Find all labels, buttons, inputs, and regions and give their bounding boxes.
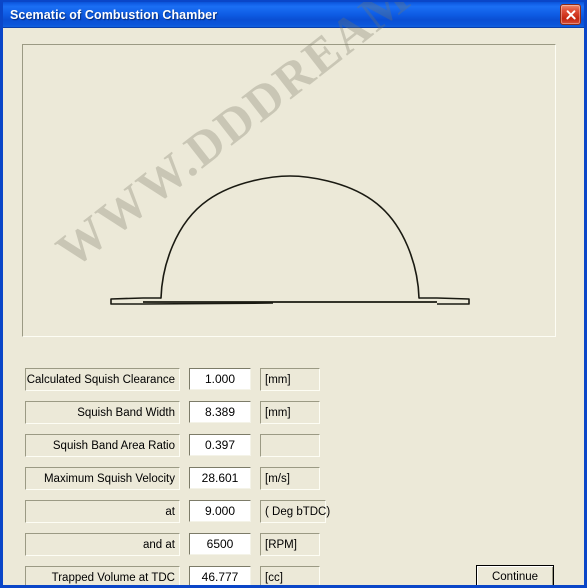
- field-unit-trapped-volume-tdc: [cc]: [260, 566, 320, 585]
- field-unit-max-squish-velocity: [m/s]: [260, 467, 320, 490]
- field-value-squish-band-width[interactable]: 8.389: [189, 401, 251, 423]
- continue-button[interactable]: Continue: [476, 565, 554, 585]
- dialog-client-area: WWW.DDDREAMS.COM Calculated Squish Clear…: [3, 2, 584, 585]
- field-label-max-squish-velocity: Maximum Squish Velocity: [25, 467, 180, 490]
- field-unit-squish-clearance: [mm]: [260, 368, 320, 391]
- field-row: and at 6500 [RPM]: [25, 533, 555, 556]
- field-unit-at-degrees: ( Deg bTDC): [260, 500, 330, 523]
- field-label-trapped-volume-tdc: Trapped Volume at TDC: [25, 566, 180, 585]
- results-field-list: Calculated Squish Clearance 1.000 [mm] S…: [25, 368, 555, 585]
- field-value-max-squish-velocity[interactable]: 28.601: [189, 467, 251, 489]
- field-label-at-degrees: at: [25, 500, 180, 523]
- window-title: Scematic of Combustion Chamber: [10, 7, 218, 22]
- field-unit-squish-band-area-ratio: [260, 434, 320, 457]
- field-value-squish-clearance[interactable]: 1.000: [189, 368, 251, 390]
- title-bar: Scematic of Combustion Chamber: [3, 2, 584, 28]
- field-row: Maximum Squish Velocity 28.601 [m/s]: [25, 467, 555, 490]
- field-unit-and-at-rpm: [RPM]: [260, 533, 320, 556]
- field-label-and-at-rpm: and at: [25, 533, 180, 556]
- combustion-chamber-diagram: [22, 44, 556, 337]
- field-label-squish-clearance: Calculated Squish Clearance: [25, 368, 180, 391]
- field-row: Calculated Squish Clearance 1.000 [mm]: [25, 368, 555, 391]
- field-value-squish-band-area-ratio[interactable]: 0.397: [189, 434, 251, 456]
- field-value-and-at-rpm[interactable]: 6500: [189, 533, 251, 555]
- field-label-squish-band-area-ratio: Squish Band Area Ratio: [25, 434, 180, 457]
- field-value-trapped-volume-tdc[interactable]: 46.777: [189, 566, 251, 585]
- field-row: at 9.000 ( Deg bTDC): [25, 500, 555, 523]
- dialog-window: Scematic of Combustion Chamber WWW.DDDRE…: [0, 0, 587, 588]
- field-row: Squish Band Width 8.389 [mm]: [25, 401, 555, 424]
- field-row: Squish Band Area Ratio 0.397: [25, 434, 555, 457]
- field-unit-squish-band-width: [mm]: [260, 401, 320, 424]
- close-icon[interactable]: [560, 4, 581, 25]
- field-label-squish-band-width: Squish Band Width: [25, 401, 180, 424]
- field-value-at-degrees[interactable]: 9.000: [189, 500, 251, 522]
